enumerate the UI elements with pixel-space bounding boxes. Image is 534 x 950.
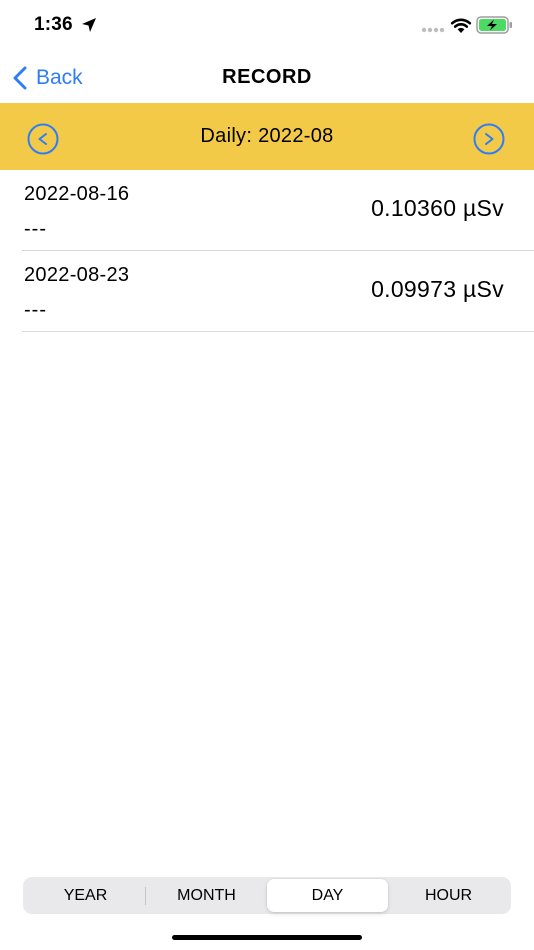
record-dose-value: 0.09973 µSv: [371, 276, 504, 302]
record-dose-value: 0.10360 µSv: [371, 195, 504, 221]
period-segmented-control: YEAR MONTH DAY HOUR: [23, 877, 511, 914]
record-screen: 1:36 Back RECORD Daily: 2022-08 2022-08-…: [0, 0, 534, 950]
location-arrow-icon: [82, 18, 96, 32]
record-note: ---: [24, 218, 47, 240]
page-title: RECORD: [222, 66, 312, 88]
records-list: 2022-08-16 --- 0.10360 µSv 2022-08-23 --…: [0, 170, 534, 332]
home-indicator[interactable]: [172, 935, 362, 940]
status-bar: 1:36: [0, 0, 534, 52]
record-note: ---: [24, 299, 47, 321]
record-date: 2022-08-23: [24, 264, 130, 286]
wifi-icon: [450, 18, 472, 33]
period-header: Daily: 2022-08: [0, 103, 534, 170]
record-date: 2022-08-16: [24, 183, 130, 205]
cellular-signal-icon: [421, 27, 445, 33]
next-period-button[interactable]: [473, 123, 505, 155]
period-title: Daily: 2022-08: [200, 125, 334, 147]
segment-hour[interactable]: HOUR: [388, 879, 509, 912]
record-row[interactable]: 2022-08-23 --- 0.09973 µSv: [22, 251, 534, 332]
segment-day[interactable]: DAY: [267, 879, 388, 912]
status-time: 1:36: [34, 14, 73, 35]
segment-month[interactable]: MONTH: [146, 879, 267, 912]
record-row[interactable]: 2022-08-16 --- 0.10360 µSv: [22, 170, 534, 251]
battery-charging-icon: [476, 16, 512, 34]
segment-year[interactable]: YEAR: [25, 879, 146, 912]
navigation-bar: Back RECORD: [0, 52, 534, 104]
